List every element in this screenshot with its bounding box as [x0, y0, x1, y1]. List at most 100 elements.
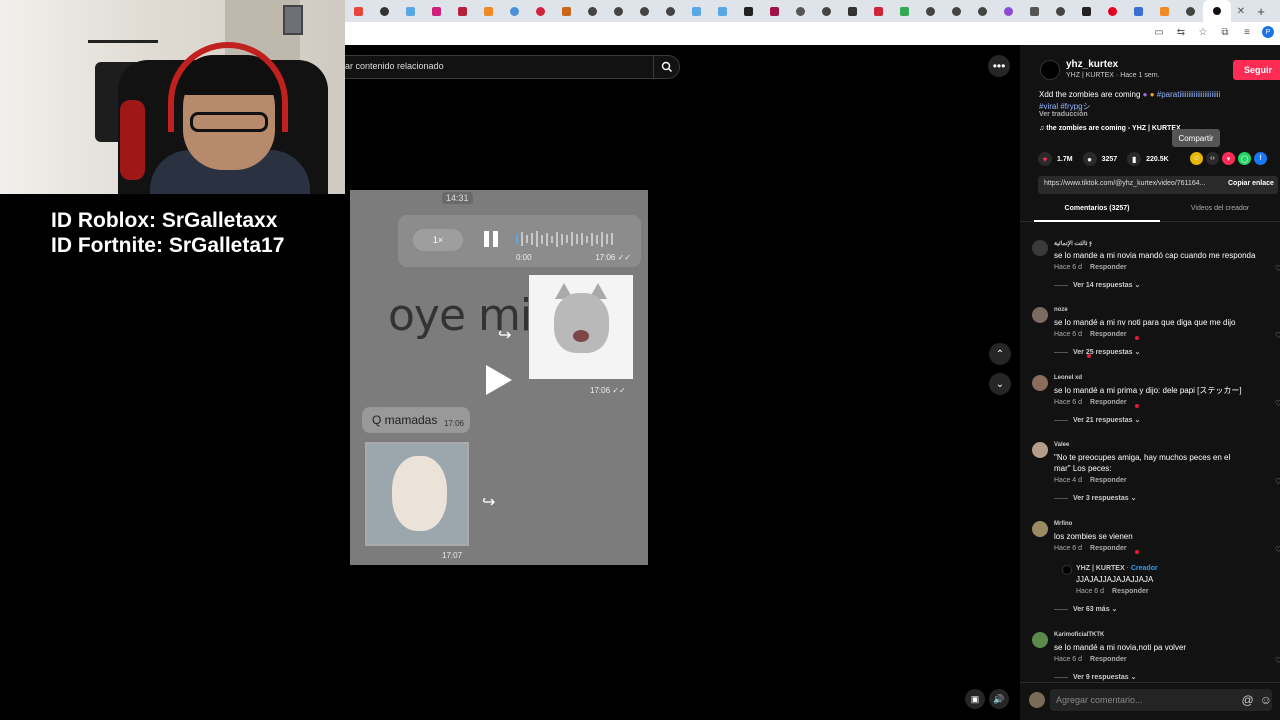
tab-favicon[interactable] [735, 0, 761, 22]
tab-favicon[interactable] [943, 0, 969, 22]
translate-icon[interactable]: ⇆ [1174, 27, 1188, 38]
comment-icon[interactable]: ● [1082, 152, 1097, 166]
heart-icon[interactable]: ♡ [1275, 656, 1280, 665]
avatar[interactable] [1032, 375, 1048, 391]
facebook-icon[interactable]: f [1254, 152, 1267, 165]
send-icon[interactable]: ▾ [1222, 152, 1235, 165]
search-input[interactable]: ar contenido relacionado [345, 61, 444, 71]
translate-link[interactable]: Ver traducción [1039, 111, 1088, 118]
tab-favicon[interactable] [865, 0, 891, 22]
tab-favicon[interactable] [605, 0, 631, 22]
tab-favicon[interactable] [579, 0, 605, 22]
search-button[interactable] [653, 56, 679, 78]
tab-close-icon[interactable]: ✕ [1231, 6, 1251, 17]
heart-icon[interactable]: ♡ [1275, 477, 1280, 486]
tab-favicon[interactable] [969, 0, 995, 22]
reply-button[interactable]: Responder [1090, 331, 1127, 338]
tab-favicon[interactable] [891, 0, 917, 22]
tab-favicon[interactable] [683, 0, 709, 22]
volume-icon[interactable]: 🔊 [989, 689, 1009, 709]
tab-favicon[interactable] [527, 0, 553, 22]
play-icon[interactable] [486, 365, 512, 395]
avatar[interactable] [1040, 60, 1060, 80]
view-replies-button[interactable]: Ver 3 respuestas ⌄ [1054, 494, 1136, 502]
tab-favicon[interactable] [1021, 0, 1047, 22]
whatsapp-icon[interactable]: ◯ [1238, 152, 1251, 165]
bookmark-icon[interactable]: ▮ [1127, 152, 1142, 166]
tab-creator-videos[interactable]: Videos del creador [1160, 202, 1280, 222]
view-replies-button[interactable]: Ver 25 respuestas ⌄ [1054, 348, 1140, 356]
profile-avatar[interactable]: P [1262, 26, 1274, 38]
bookmark-star-icon[interactable]: ☆ [1196, 27, 1210, 38]
tab-favicon[interactable] [761, 0, 787, 22]
embed-icon[interactable]: ‹› [1206, 152, 1219, 165]
avatar[interactable] [1062, 565, 1072, 575]
tab-favicon[interactable] [813, 0, 839, 22]
creator-reply-name[interactable]: YHZ | KURTEX · Creador [1076, 565, 1158, 572]
new-tab-icon[interactable]: + [1251, 4, 1271, 19]
tab-favicon[interactable] [631, 0, 657, 22]
reply-button[interactable]: Responder [1112, 588, 1149, 595]
tab-favicon[interactable] [449, 0, 475, 22]
tab-favicon[interactable] [423, 0, 449, 22]
tab-favicon[interactable] [1047, 0, 1073, 22]
avatar[interactable] [1032, 240, 1048, 256]
hashtag[interactable]: #frypgシ [1060, 102, 1090, 111]
emoji-share-icon[interactable]: ☺ [1190, 152, 1203, 165]
tab-favicon[interactable] [839, 0, 865, 22]
reply-button[interactable]: Responder [1090, 477, 1127, 484]
heart-icon[interactable]: ♡ [1275, 545, 1280, 554]
more-options-button[interactable]: ••• [988, 55, 1010, 77]
copy-link-button[interactable]: Copiar enlace [1228, 180, 1274, 187]
pip-icon[interactable]: ▣ [965, 689, 985, 709]
hashtag[interactable]: #viral [1039, 102, 1058, 111]
tab-favicon[interactable] [995, 0, 1021, 22]
extensions-icon[interactable]: ⧉ [1218, 27, 1232, 38]
cast-icon[interactable]: ▭ [1152, 27, 1166, 38]
like-icon[interactable]: ♥ [1038, 152, 1052, 166]
tab-favicon[interactable] [1177, 0, 1203, 22]
video-player[interactable]: 14:31 1× 0:00 17:06 ✓✓ oye mija 17:06 ✓✓… [350, 190, 648, 565]
tab-favicon[interactable] [371, 0, 397, 22]
search-bar[interactable]: ar contenido relacionado [345, 55, 680, 79]
emoji-icon[interactable]: ☺ [1260, 693, 1272, 707]
tab-favicon[interactable] [787, 0, 813, 22]
tab-favicon[interactable] [1125, 0, 1151, 22]
tab-favicon[interactable] [475, 0, 501, 22]
tab-favicon[interactable] [553, 0, 579, 22]
heart-icon[interactable]: ♡ [1275, 331, 1280, 340]
share-url[interactable]: https://www.tiktok.com/@yhz_kurtex/video… [1044, 180, 1205, 187]
tab-favicon[interactable] [1073, 0, 1099, 22]
tab-favicon[interactable] [345, 0, 371, 22]
view-replies-button[interactable]: Ver 21 respuestas ⌄ [1054, 416, 1140, 424]
avatar[interactable] [1032, 442, 1048, 458]
mention-icon[interactable]: @ [1242, 693, 1254, 707]
tab-favicon[interactable] [1151, 0, 1177, 22]
tab-favicon[interactable] [1099, 0, 1125, 22]
heart-icon[interactable]: ♡ [1275, 399, 1280, 408]
tab-favicon[interactable] [709, 0, 735, 22]
avatar[interactable] [1032, 307, 1048, 323]
hashtag[interactable]: #paratiiiiiiiiiiiiiiiiiiiiiii [1157, 90, 1221, 99]
username[interactable]: yhz_kurtex [1066, 59, 1118, 70]
tab-favicon[interactable] [657, 0, 683, 22]
follow-button[interactable]: Seguir [1233, 60, 1280, 80]
previous-video-button[interactable]: ⌃ [989, 343, 1011, 365]
reply-button[interactable]: Responder [1090, 264, 1127, 271]
tab-favicon[interactable] [917, 0, 943, 22]
reply-button[interactable]: Responder [1090, 399, 1127, 406]
comment-input[interactable]: Agregar comentario... @ ☺ [1050, 689, 1272, 711]
avatar[interactable] [1032, 632, 1048, 648]
heart-icon[interactable]: ♡ [1275, 264, 1280, 273]
tab-search-icon[interactable]: ≡ [1240, 27, 1254, 38]
tab-favicon[interactable] [397, 0, 423, 22]
view-replies-button[interactable]: Ver 9 respuestas ⌄ [1054, 673, 1136, 681]
view-replies-button[interactable]: Ver 14 respuestas ⌄ [1054, 281, 1140, 289]
avatar[interactable] [1032, 521, 1048, 537]
next-video-button[interactable]: ⌄ [989, 373, 1011, 395]
active-tab[interactable] [1203, 0, 1231, 22]
tab-comments[interactable]: Comentarios (3257) [1034, 202, 1160, 222]
reply-button[interactable]: Responder [1090, 545, 1127, 552]
reply-button[interactable]: Responder [1090, 656, 1127, 663]
view-more-button[interactable]: Ver 63 más ⌄ [1054, 605, 1117, 613]
